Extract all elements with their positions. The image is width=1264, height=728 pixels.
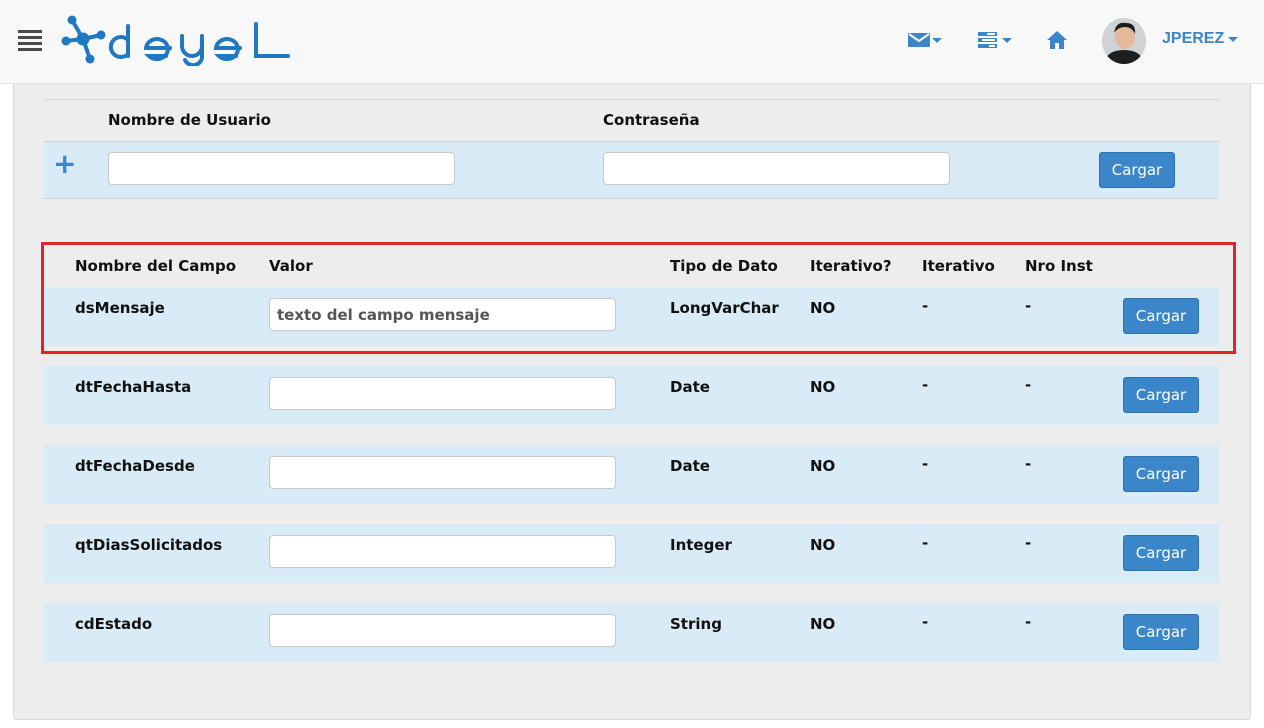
field-name: dtFechaDesde [75,457,195,475]
data-type: Date [670,457,710,475]
password-input[interactable] [603,152,950,185]
home-icon [1047,31,1067,49]
chevron-down-icon [1228,36,1239,42]
username-input[interactable] [108,152,455,185]
value-input[interactable] [269,614,616,647]
chevron-down-icon [1002,37,1012,43]
field-name: dtFechaHasta [75,378,192,396]
top-navbar: JPEREZ [0,0,1264,84]
chevron-down-icon [932,37,942,43]
instance-no: - [1025,455,1032,473]
username-label: Nombre de Usuario [108,111,271,129]
data-type: Date [670,378,710,396]
password-label: Contraseña [603,111,700,129]
is-iterative: NO [810,536,836,554]
envelope-icon [908,33,930,47]
avatar[interactable] [1102,18,1146,64]
add-icon[interactable]: + [53,150,76,178]
is-iterative: NO [810,615,836,633]
table-row [44,603,1219,662]
iterative: - [922,455,929,473]
field-name: qtDiasSolicitados [75,536,223,554]
table-row [44,366,1219,425]
is-iterative: NO [810,457,836,475]
data-type: Integer [670,536,732,554]
deyel-logo[interactable] [60,14,292,66]
load-login-button[interactable]: Cargar [1099,152,1175,188]
instance-no: - [1025,534,1032,552]
tasks-menu[interactable] [978,26,1012,54]
instance-no: - [1025,376,1032,394]
iterative: - [922,534,929,552]
load-field-button[interactable]: Cargar [1123,535,1199,571]
data-type: String [670,615,722,633]
value-input[interactable] [269,377,616,410]
value-input[interactable] [269,535,616,568]
home-button[interactable] [1046,26,1068,54]
iterative: - [922,613,929,631]
menu-icon[interactable] [18,30,42,52]
divider [44,99,1219,100]
is-iterative: NO [810,378,836,396]
highlight-box [41,242,1236,354]
user-menu[interactable]: JPEREZ [1162,30,1239,48]
user-photo-icon [1102,18,1146,64]
iterative: - [922,376,929,394]
user-name: JPEREZ [1162,30,1225,47]
value-input[interactable] [269,456,616,489]
load-field-button[interactable]: Cargar [1123,614,1199,650]
table-row [44,445,1219,504]
instance-no: - [1025,613,1032,631]
load-field-button[interactable]: Cargar [1123,377,1199,413]
tasks-icon [978,32,997,48]
load-field-button[interactable]: Cargar [1123,456,1199,492]
field-name: cdEstado [75,615,153,633]
messages-menu[interactable] [908,26,942,54]
